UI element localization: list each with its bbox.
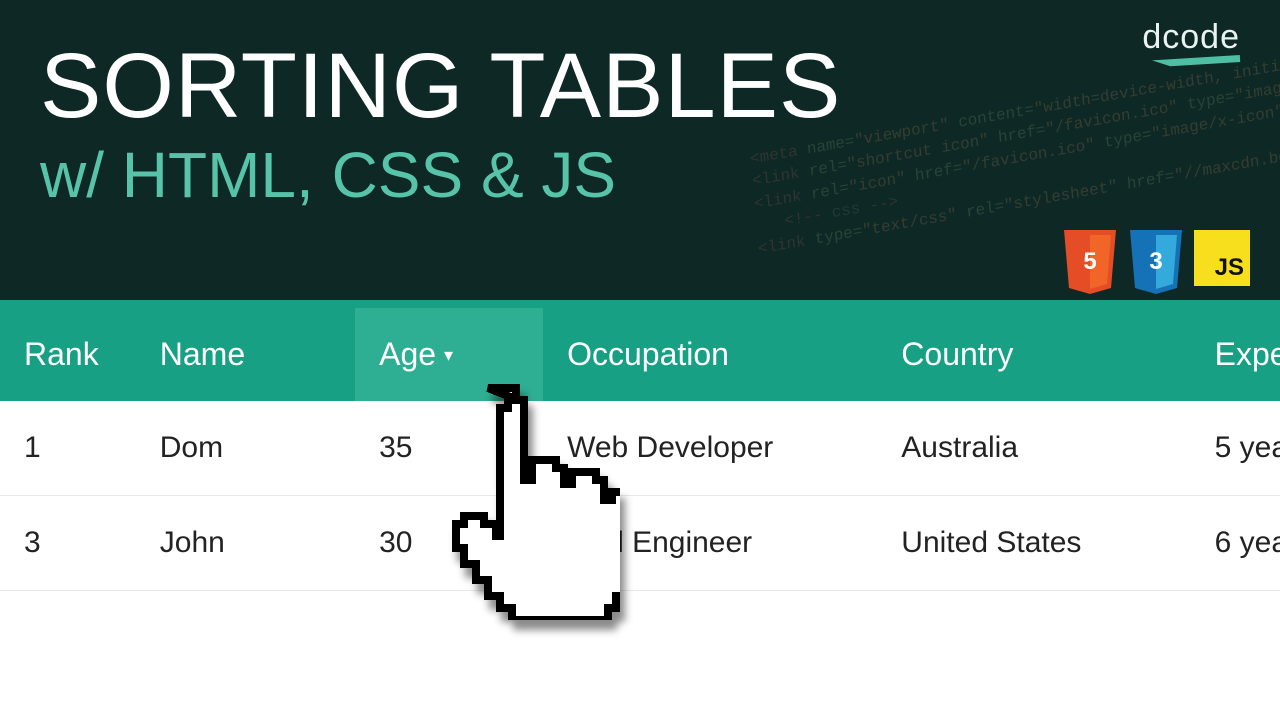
header-country[interactable]: Country: [877, 308, 1190, 401]
table-row[interactable]: 3 John 30 Civil Engineer United States 6…: [0, 496, 1280, 591]
cell-age: 35: [355, 401, 543, 496]
title-sub: w/ HTML, CSS & JS: [40, 138, 1240, 212]
title-main: SORTING TABLES: [40, 40, 1240, 132]
brand-logo: dcode: [1142, 18, 1240, 62]
cell-country: Australia: [877, 401, 1190, 496]
table-wrap: Rank Name Age ▾ Occupation Country Experi…: [0, 308, 1280, 591]
header-name-label: Name: [160, 336, 245, 372]
header-experience[interactable]: Experience: [1191, 308, 1280, 401]
header-occupation-label: Occupation: [567, 336, 729, 372]
header-country-label: Country: [901, 336, 1013, 372]
css3-badge: 3: [1128, 230, 1184, 294]
html5-badge-label: 5: [1083, 248, 1096, 276]
table-header-row: Rank Name Age ▾ Occupation Country Experi…: [0, 308, 1280, 401]
cell-name: John: [136, 496, 355, 591]
cell-experience: 6 years: [1191, 496, 1280, 591]
sort-desc-icon: ▾: [444, 345, 453, 366]
header-rank-label: Rank: [24, 336, 99, 372]
css3-badge-label: 3: [1149, 248, 1162, 276]
cell-age: 30: [355, 496, 543, 591]
js-badge: JS: [1194, 230, 1250, 286]
header-occupation[interactable]: Occupation: [543, 308, 877, 401]
header-experience-label: Experience: [1215, 336, 1280, 372]
header-age-label: Age: [379, 336, 436, 372]
cell-occupation: Civil Engineer: [543, 496, 877, 591]
html5-badge: 5: [1062, 230, 1118, 294]
cell-occupation: Web Developer: [543, 401, 877, 496]
js-badge-label: JS: [1215, 254, 1244, 282]
cell-name: Dom: [136, 401, 355, 496]
header-rank[interactable]: Rank: [0, 308, 136, 401]
data-table: Rank Name Age ▾ Occupation Country Experi…: [0, 308, 1280, 591]
cell-rank: 1: [0, 401, 136, 496]
banner-divider: [0, 300, 1280, 308]
brand-name: dcode: [1142, 18, 1240, 57]
cell-rank: 3: [0, 496, 136, 591]
cell-experience: 5 years: [1191, 401, 1280, 496]
banner: <meta name="viewport" content="width=dev…: [0, 0, 1280, 300]
cell-country: United States: [877, 496, 1190, 591]
header-name[interactable]: Name: [136, 308, 355, 401]
tech-badges: 5 3 JS: [1062, 230, 1250, 294]
header-age[interactable]: Age ▾: [355, 308, 543, 401]
table-row[interactable]: 1 Dom 35 Web Developer Australia 5 years: [0, 401, 1280, 496]
